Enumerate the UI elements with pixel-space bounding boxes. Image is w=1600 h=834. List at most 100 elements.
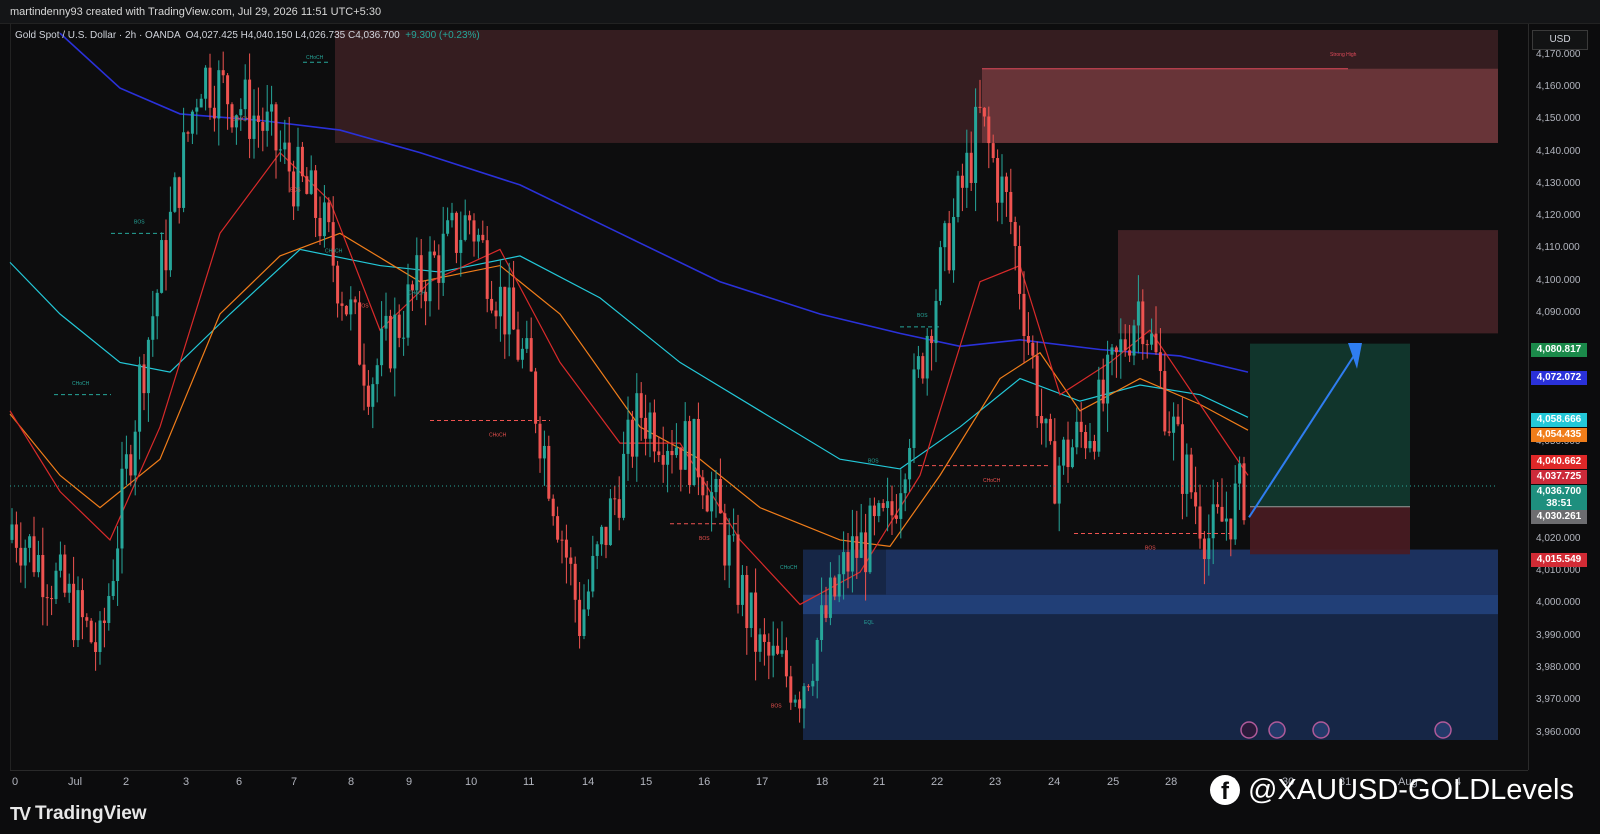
- candle-body: [164, 240, 168, 271]
- candle-body: [450, 212, 454, 221]
- candle-body: [89, 620, 93, 643]
- candle-body: [991, 143, 995, 159]
- candle-body: [331, 222, 335, 266]
- price-tick: 4,000.000: [1536, 597, 1581, 609]
- candle-body: [199, 98, 203, 108]
- candle-body: [168, 211, 172, 271]
- candle-body: [881, 503, 885, 508]
- position-target-box: [1250, 343, 1410, 507]
- candle-body: [248, 79, 252, 139]
- candle-body: [1216, 504, 1220, 507]
- symbol-header: Gold Spot / U.S. Dollar · 2h · OANDA O4,…: [15, 30, 480, 41]
- candle-body: [1057, 465, 1061, 504]
- candle-body: [300, 146, 304, 177]
- symbol-name: Gold Spot / U.S. Dollar · 2h · OANDA: [15, 30, 181, 41]
- price-label: 4,015.549: [1531, 553, 1587, 567]
- candle-body: [226, 75, 230, 105]
- candle-body: [842, 552, 846, 575]
- candle-body: [314, 170, 318, 218]
- date-tick: 0: [12, 776, 19, 788]
- candle-body: [1194, 492, 1198, 507]
- candle-body: [613, 498, 617, 500]
- candle-body: [142, 364, 146, 394]
- candle-body: [573, 563, 577, 600]
- demand-zone-line: [803, 594, 1498, 615]
- candle-body: [1066, 439, 1070, 468]
- candle-body: [481, 234, 485, 241]
- candle-body: [644, 417, 648, 439]
- price-tick: 4,120.000: [1536, 210, 1581, 222]
- bos-label: BOS: [771, 704, 782, 710]
- candle-body: [811, 680, 815, 687]
- candle-body: [710, 492, 714, 512]
- price-label: 4,030.261: [1531, 510, 1587, 524]
- supply-zone-strong-high: [982, 68, 1498, 143]
- ma-50: [9, 232, 1249, 548]
- candle-body: [494, 310, 498, 317]
- price-tick: 4,130.000: [1536, 177, 1581, 189]
- candle-body: [283, 142, 287, 150]
- candle-body: [969, 152, 973, 183]
- candle-body: [98, 620, 102, 652]
- candle-body: [50, 598, 54, 600]
- candle-body: [490, 298, 494, 311]
- candle-body: [956, 175, 960, 217]
- candle-body: [723, 513, 727, 566]
- price-tick: 4,170.000: [1536, 48, 1581, 60]
- candle-body: [366, 385, 370, 407]
- supply-zone-mid: [1118, 230, 1498, 334]
- candle-body: [1119, 339, 1123, 353]
- date-tick: 8: [348, 776, 355, 788]
- candle-body: [789, 676, 793, 703]
- candle-body: [974, 106, 978, 183]
- date-tick: 18: [816, 776, 829, 788]
- facebook-icon: f: [1210, 775, 1240, 805]
- candle-body: [1092, 441, 1096, 452]
- candle-body: [1220, 506, 1224, 522]
- date-tick: 6: [236, 776, 243, 788]
- change-value: +9.300 (+0.23%): [405, 30, 480, 41]
- candle-body: [305, 176, 309, 194]
- candle-body: [784, 650, 788, 677]
- candle-body: [696, 418, 700, 478]
- candle-body: [63, 554, 67, 593]
- candle-body: [102, 620, 106, 623]
- position-stop-box: [1250, 506, 1410, 555]
- price-tick: 4,020.000: [1536, 532, 1581, 544]
- date-tick: 23: [989, 776, 1002, 788]
- candle-body: [890, 501, 894, 516]
- candle-body: [45, 597, 49, 599]
- candle-body: [468, 215, 472, 221]
- candle-body: [1075, 421, 1079, 448]
- candle-body: [454, 212, 458, 253]
- candle-body: [600, 526, 604, 545]
- candle-body: [384, 315, 388, 329]
- price-label: 4,037.725: [1531, 470, 1587, 484]
- candle-body: [1097, 379, 1101, 452]
- candle-body: [463, 215, 467, 240]
- price-label: 38:51: [1531, 497, 1587, 511]
- watermark-text: @XAUUSD-GOLDLevels: [1248, 773, 1574, 806]
- candle-body: [133, 431, 137, 476]
- candle-body: [36, 554, 40, 573]
- currency-selector[interactable]: USD: [1532, 30, 1588, 50]
- candle-body: [938, 247, 942, 301]
- candle-body: [80, 590, 84, 618]
- candle-body: [124, 454, 128, 469]
- candle-body: [252, 115, 256, 139]
- tradingview-logo[interactable]: TV TradingView: [10, 803, 147, 825]
- candle-body: [705, 495, 709, 512]
- candle-body: [432, 251, 436, 256]
- price-label: 4,040.662: [1531, 455, 1587, 469]
- candle-body: [41, 554, 45, 598]
- candle-body: [934, 300, 938, 344]
- candle-body: [569, 557, 573, 564]
- candle-body: [1172, 416, 1176, 433]
- candle-body: [309, 170, 313, 194]
- candle-body: [529, 338, 533, 372]
- candle-body: [564, 539, 568, 558]
- candle-body: [1079, 421, 1083, 432]
- candle-body: [459, 239, 463, 253]
- candle-body: [85, 617, 89, 621]
- price-axis[interactable]: [1528, 24, 1600, 770]
